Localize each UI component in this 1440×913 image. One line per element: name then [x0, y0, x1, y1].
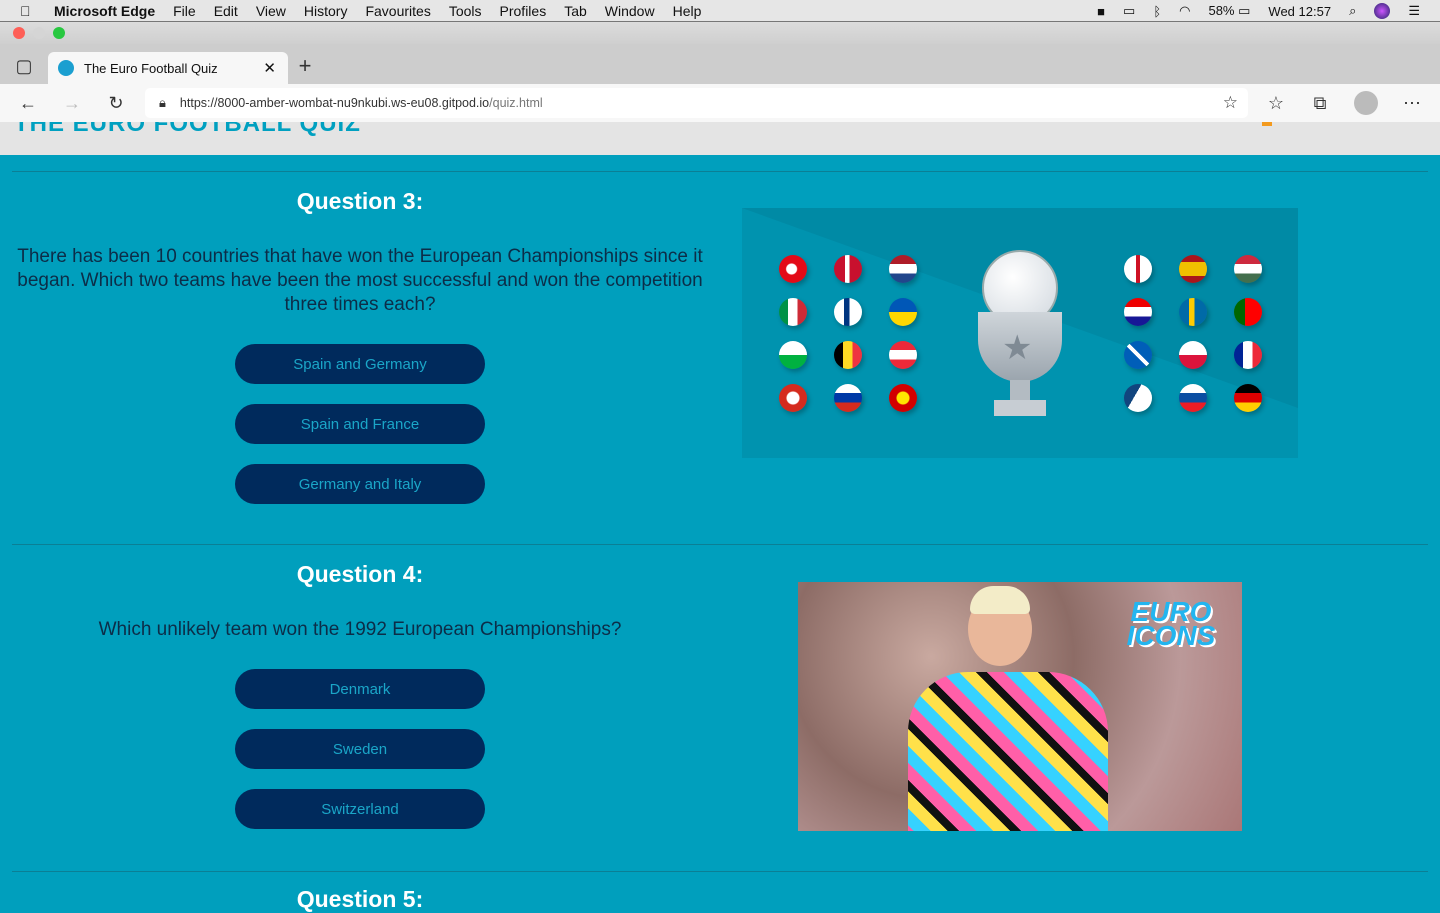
camera-icon[interactable]: ■ [1097, 4, 1105, 19]
euro-flags-illustration: ★ [742, 208, 1298, 458]
flag-icon [779, 341, 807, 369]
flag-icon [1124, 384, 1152, 412]
tab-strip: ▢ The Euro Football Quiz ✕ + [0, 44, 1440, 84]
airplay-icon[interactable]: ▭ [1123, 3, 1135, 19]
more-icon[interactable]: ⋯ [1400, 92, 1424, 114]
favorites-icon[interactable]: ☆ [1264, 92, 1288, 114]
url-path: /quiz.html [489, 96, 543, 110]
apple-icon[interactable]:  [20, 3, 40, 19]
spotlight-icon[interactable]: ⌕ [1349, 3, 1356, 19]
tab-actions-icon[interactable]: ▢ [14, 56, 34, 76]
menu-tools[interactable]: Tools [449, 3, 482, 19]
flag-icon [834, 341, 862, 369]
flag-icon [834, 255, 862, 283]
answer-button[interactable]: Spain and France [235, 404, 485, 444]
address-bar[interactable]: 🔒︎ https://8000-amber-wombat-nu9nkubi.ws… [145, 88, 1248, 118]
menu-app[interactable]: Microsoft Edge [54, 3, 155, 19]
question-3: Question 3: There has been 10 countries … [12, 188, 708, 317]
collections-icon[interactable]: ⧉ [1308, 92, 1332, 114]
url-host: https://8000-amber-wombat-nu9nkubi.ws-eu… [179, 96, 490, 110]
siri-icon[interactable] [1374, 3, 1391, 19]
site-logo[interactable]: THE EURO FOOTBALL QUIZ [14, 122, 361, 138]
wifi-icon[interactable]: ◠ [1179, 3, 1190, 19]
flag-icon [1124, 298, 1152, 326]
flag-icon [1124, 255, 1152, 283]
flag-icon [1179, 298, 1207, 326]
flag-icon [889, 298, 917, 326]
flag-icon [779, 298, 807, 326]
menu-help[interactable]: Help [673, 3, 702, 19]
flag-icon [1234, 255, 1262, 283]
flag-icon [1179, 384, 1207, 412]
menu-view[interactable]: View [256, 3, 286, 19]
divider [12, 171, 1428, 172]
flag-icon [834, 384, 862, 412]
site-header: THE EURO FOOTBALL QUIZ [0, 122, 1440, 155]
browser-toolbar: ← → ↻ 🔒︎ https://8000-amber-wombat-nu9nk… [0, 84, 1440, 122]
menu-file[interactable]: File [173, 3, 196, 19]
flag-icon [1124, 341, 1152, 369]
new-tab-icon[interactable]: + [295, 53, 315, 78]
flag-icon [889, 341, 917, 369]
flag-icon [1234, 384, 1262, 412]
menu-edit[interactable]: Edit [214, 3, 238, 19]
battery-percent: 58% [1208, 3, 1235, 18]
menu-history[interactable]: History [304, 3, 348, 19]
question-text: There has been 10 countries that have wo… [17, 246, 703, 315]
window-titlebar [0, 22, 1440, 44]
close-window-button[interactable] [13, 27, 25, 39]
divider [12, 544, 1428, 545]
question-text: Which unlikely team won the 1992 Europea… [98, 619, 622, 640]
answer-button[interactable]: Sweden [235, 729, 485, 769]
menu-profiles[interactable]: Profiles [500, 3, 547, 19]
bluetooth-icon[interactable]: ᛒ [1153, 4, 1161, 19]
menu-window[interactable]: Window [605, 3, 655, 19]
menu-favourites[interactable]: Favourites [365, 3, 430, 19]
forward-icon[interactable]: → [60, 92, 84, 114]
answer-button[interactable]: Spain and Germany [235, 344, 485, 384]
minimize-window-button[interactable] [33, 27, 45, 39]
question-title: Question 3: [296, 188, 424, 214]
lock-icon[interactable]: 🔒︎ [159, 95, 166, 111]
goalkeeper-photo: EURO ICONS [798, 582, 1242, 831]
tab-title: The Euro Football Quiz [84, 60, 218, 76]
flag-icon [1179, 341, 1207, 369]
flag-icon [889, 384, 917, 412]
flag-icon [1234, 341, 1262, 369]
soccer-ball-icon [58, 60, 74, 76]
flag-icon [889, 255, 917, 283]
flag-icon [1179, 255, 1207, 283]
answer-button[interactable]: Switzerland [235, 789, 485, 829]
header-decoration [1262, 122, 1272, 126]
add-favorite-icon[interactable]: ☆ [1223, 93, 1238, 113]
euro-icons-text: EURO ICONS [1126, 596, 1216, 651]
clock[interactable]: Wed 12:57 [1268, 4, 1331, 19]
question-title: Question 4: [296, 561, 424, 587]
tab-euro-quiz[interactable]: The Euro Football Quiz ✕ [48, 52, 288, 84]
flag-icon [1234, 298, 1262, 326]
maximize-window-button[interactable] [53, 27, 65, 39]
flag-icon [834, 298, 862, 326]
battery-icon[interactable]: ▭ [1238, 3, 1250, 18]
answer-button[interactable]: Germany and Italy [235, 464, 485, 504]
control-center-icon[interactable]: ☰ [1408, 3, 1420, 19]
flag-icon [779, 384, 807, 412]
profile-avatar[interactable] [1354, 91, 1378, 115]
trophy-icon: ★ [970, 250, 1070, 418]
answer-button[interactable]: Denmark [235, 669, 485, 709]
back-icon[interactable]: ← [16, 92, 40, 114]
close-tab-icon[interactable]: ✕ [263, 59, 276, 77]
reload-icon[interactable]: ↻ [104, 92, 128, 114]
divider [12, 871, 1428, 872]
mac-menubar:  Microsoft Edge File Edit View History … [0, 0, 1440, 22]
menu-tab[interactable]: Tab [564, 3, 587, 19]
question-4: Question 4: Which unlikely team won the … [12, 561, 708, 642]
flag-icon [779, 255, 807, 283]
